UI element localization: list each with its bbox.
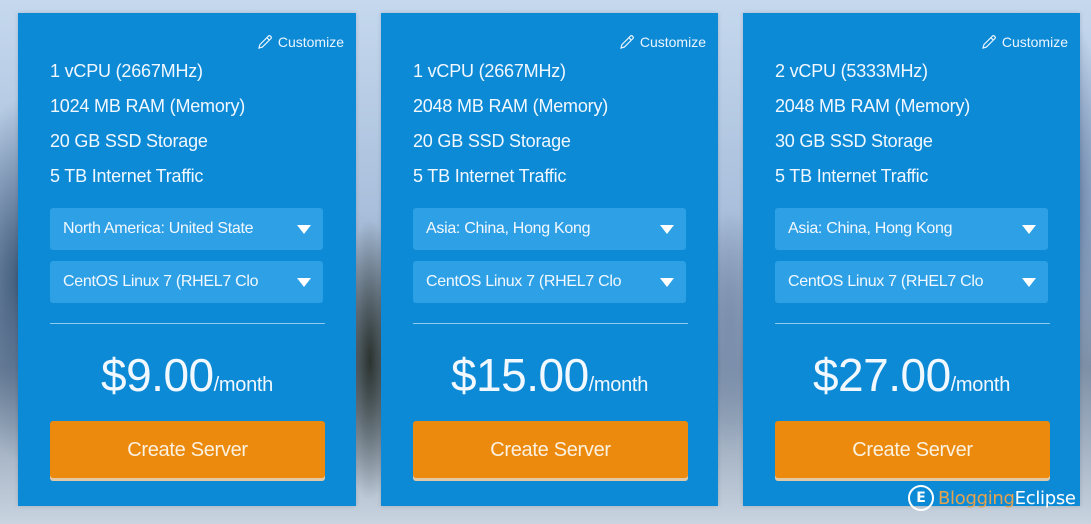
region-select[interactable]: Asia: China, Hong Kong (775, 208, 1048, 250)
os-select-value: CentOS Linux 7 (RHEL7 Clo (63, 273, 259, 290)
plan-card: Customize 1 vCPU (2667MHz) 2048 MB RAM (… (381, 13, 718, 506)
spec-ram: 1024 MB RAM (Memory) (50, 96, 246, 116)
os-select-value: CentOS Linux 7 (RHEL7 Clo (426, 273, 622, 290)
watermark-part2: Eclipse (1014, 487, 1076, 509)
caret-down-icon (1022, 278, 1036, 287)
os-select-value: CentOS Linux 7 (RHEL7 Clo (788, 273, 984, 290)
spec-list: 1 vCPU (2667MHz) 1024 MB RAM (Memory) 20… (50, 59, 245, 199)
os-select[interactable]: CentOS Linux 7 (RHEL7 Clo (775, 261, 1048, 303)
divider (413, 323, 688, 324)
price-amount: $9.00 (101, 349, 214, 401)
create-server-button[interactable]: Create Server (775, 421, 1050, 478)
region-select[interactable]: Asia: China, Hong Kong (413, 208, 686, 250)
blogging-eclipse-logo-icon: E (908, 485, 934, 511)
price-amount: $27.00 (812, 349, 951, 401)
customize-link[interactable]: Customize (980, 33, 1068, 51)
customize-label: Customize (639, 34, 706, 50)
region-select-value: Asia: China, Hong Kong (426, 220, 591, 237)
price-amount: $15.00 (450, 349, 589, 401)
price-period: /month (950, 374, 1011, 396)
spec-cpu: 1 vCPU (2667MHz) (50, 61, 203, 81)
spec-traffic: 5 TB Internet Traffic (413, 166, 567, 186)
price-period: /month (588, 374, 649, 396)
divider (50, 323, 325, 324)
customize-label: Customize (277, 34, 344, 50)
spec-list: 1 vCPU (2667MHz) 2048 MB RAM (Memory) 20… (413, 59, 608, 199)
watermark-part1: Blogging (938, 487, 1015, 509)
divider (775, 323, 1050, 324)
region-select[interactable]: North America: United State (50, 208, 323, 250)
spec-list: 2 vCPU (5333MHz) 2048 MB RAM (Memory) 30… (775, 59, 970, 199)
spec-storage: 20 GB SSD Storage (50, 131, 208, 151)
watermark: E BloggingEclipse (908, 482, 1076, 514)
spec-ram: 2048 MB RAM (Memory) (775, 96, 971, 116)
caret-down-icon (1022, 225, 1036, 234)
customize-label: Customize (1001, 34, 1068, 50)
spec-traffic: 5 TB Internet Traffic (775, 166, 929, 186)
os-select[interactable]: CentOS Linux 7 (RHEL7 Clo (50, 261, 323, 303)
price-period: /month (213, 374, 274, 396)
caret-down-icon (660, 225, 674, 234)
spec-traffic: 5 TB Internet Traffic (50, 166, 204, 186)
plan-card: Customize 1 vCPU (2667MHz) 1024 MB RAM (… (18, 13, 356, 506)
watermark-text: BloggingEclipse (938, 488, 1076, 509)
customize-link[interactable]: Customize (256, 33, 344, 51)
pencil-icon (258, 35, 272, 49)
pencil-icon (982, 35, 996, 49)
region-select-value: North America: United State (63, 220, 254, 237)
caret-down-icon (297, 225, 311, 234)
spec-storage: 30 GB SSD Storage (775, 131, 933, 151)
price: $27.00/month (743, 348, 1080, 402)
os-select[interactable]: CentOS Linux 7 (RHEL7 Clo (413, 261, 686, 303)
customize-link[interactable]: Customize (618, 33, 706, 51)
spec-ram: 2048 MB RAM (Memory) (413, 96, 609, 116)
price: $9.00/month (18, 348, 356, 402)
caret-down-icon (297, 278, 311, 287)
region-select-value: Asia: China, Hong Kong (788, 220, 953, 237)
plan-card: Customize 2 vCPU (5333MHz) 2048 MB RAM (… (743, 13, 1080, 506)
pencil-icon (620, 35, 634, 49)
spec-cpu: 1 vCPU (2667MHz) (413, 61, 566, 81)
caret-down-icon (660, 278, 674, 287)
price: $15.00/month (381, 348, 718, 402)
create-server-button[interactable]: Create Server (413, 421, 688, 478)
spec-storage: 20 GB SSD Storage (413, 131, 571, 151)
spec-cpu: 2 vCPU (5333MHz) (775, 61, 928, 81)
create-server-button[interactable]: Create Server (50, 421, 325, 478)
